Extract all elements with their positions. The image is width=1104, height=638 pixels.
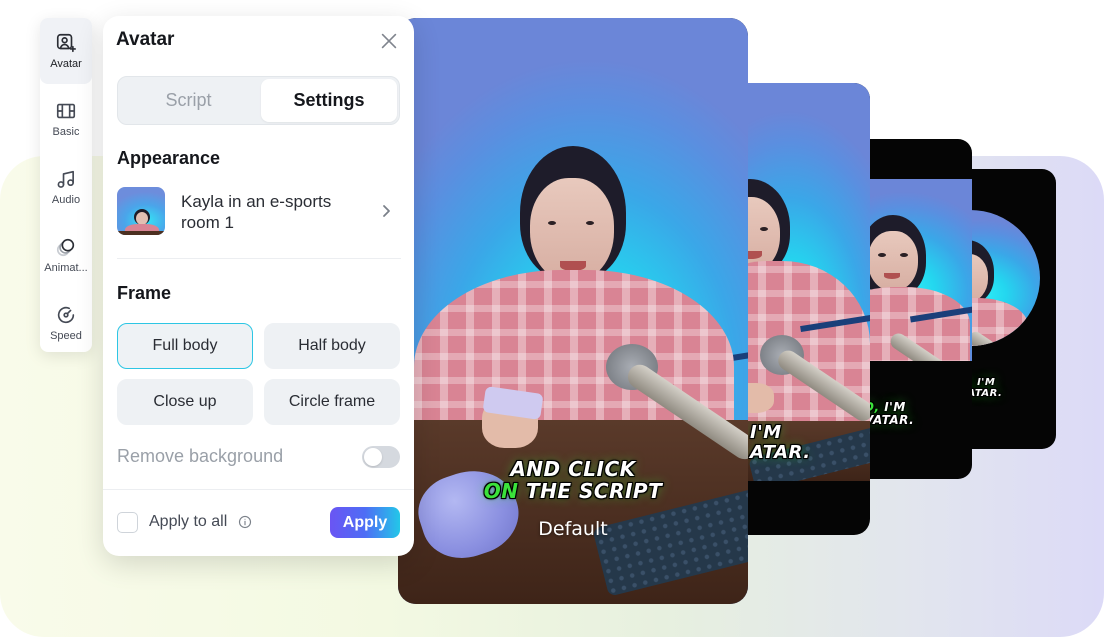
chevron-right-icon — [383, 205, 390, 217]
tool-label-avatar: Avatar — [50, 58, 82, 70]
tool-item-avatar[interactable]: Avatar — [40, 18, 92, 84]
tool-label-basic: Basic — [52, 126, 80, 138]
tool-item-animation[interactable]: Animat... — [40, 222, 92, 288]
speedometer-icon — [57, 306, 75, 324]
tool-label-audio: Audio — [51, 194, 81, 206]
divider — [103, 489, 414, 490]
apply-to-all-label: Apply to all — [149, 513, 228, 530]
card-3-caption: D, I'M VATAR. — [864, 400, 915, 428]
tool-item-speed[interactable]: Speed — [40, 290, 92, 356]
tool-item-audio[interactable]: Audio — [40, 154, 92, 220]
panel-title: Avatar — [116, 29, 175, 50]
tool-label-animation: Animat... — [44, 262, 88, 274]
remove-background-toggle[interactable] — [362, 446, 400, 468]
film-icon — [56, 103, 76, 119]
frame-heading: Frame — [117, 283, 172, 303]
tool-item-basic[interactable]: Basic — [40, 86, 92, 152]
tab-settings[interactable]: Settings — [261, 79, 397, 122]
apply-to-all-checkbox[interactable] — [117, 512, 138, 533]
avatar-thumbnail — [117, 187, 165, 235]
appearance-heading: Appearance — [117, 148, 221, 168]
info-icon[interactable] — [238, 515, 252, 529]
avatar-settings-panel: Avatar Script Settings Appearance Kayla … — [103, 16, 414, 556]
frame-option-close-up[interactable]: Close up — [117, 379, 253, 425]
preview-card-main: AND CLICK ON THE SCRIPT Default — [398, 18, 748, 604]
main-card-caption: AND CLICK ON THE SCRIPT — [483, 457, 663, 503]
close-icon[interactable] — [378, 30, 400, 52]
tool-label-speed: Speed — [50, 330, 82, 342]
remove-background-label: Remove background — [117, 446, 284, 466]
divider — [117, 258, 401, 259]
animation-icon — [56, 238, 75, 257]
avatar-name: Kayla in an e-sports room 1 — [181, 192, 332, 232]
avatar-selector[interactable]: Kayla in an e-sports room 1 — [117, 187, 401, 237]
avatar-icon — [56, 33, 76, 53]
frame-option-half-body[interactable]: Half body — [264, 323, 400, 369]
music-note-icon — [57, 170, 74, 188]
tab-switcher: Script Settings — [117, 76, 400, 125]
tool-sidebar: Avatar Basic Audio Animat... Speed — [40, 18, 92, 352]
frame-option-full-body[interactable]: Full body — [117, 323, 253, 369]
frame-style-label: Default — [538, 518, 608, 540]
tab-script[interactable]: Script — [120, 79, 257, 122]
card-2-caption: I'M ATAR. — [750, 422, 811, 463]
apply-button[interactable]: Apply — [330, 507, 400, 538]
avatar-full-body-photo — [398, 18, 748, 604]
frame-option-circle-frame[interactable]: Circle frame — [264, 379, 400, 425]
